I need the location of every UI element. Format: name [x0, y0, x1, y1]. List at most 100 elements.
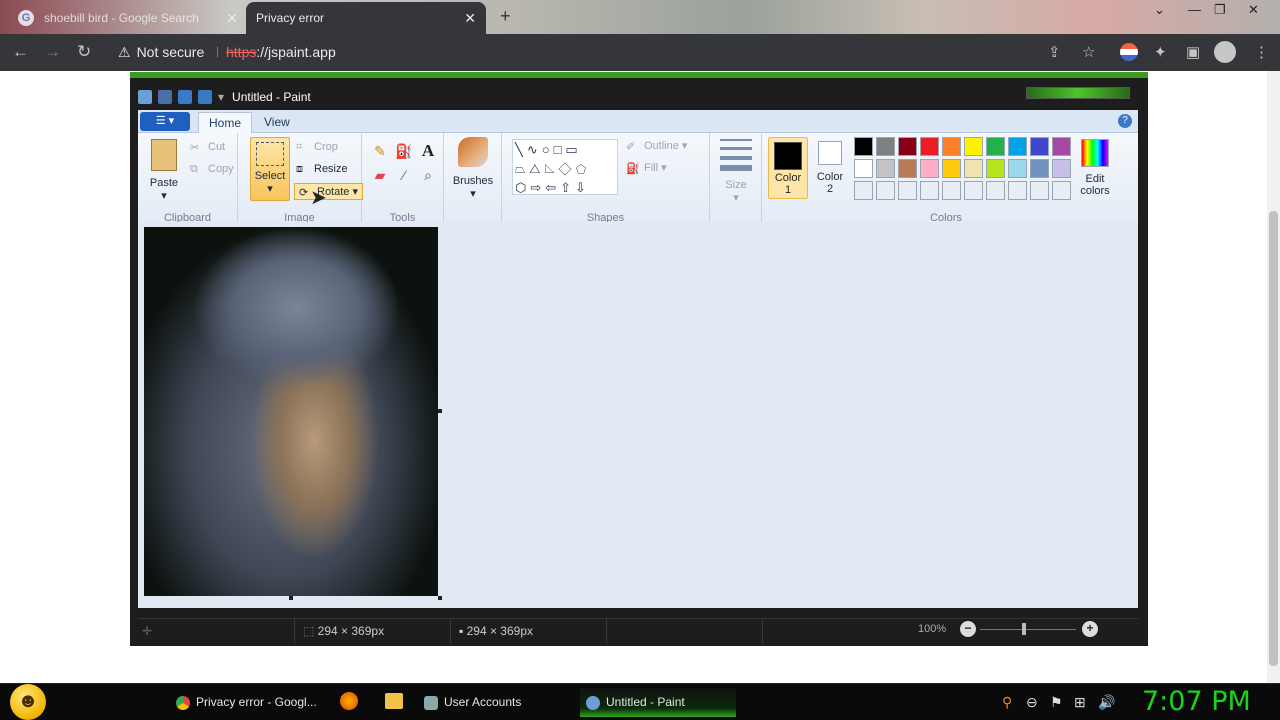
- puzzle-icon[interactable]: ✦: [1154, 43, 1167, 61]
- color-swatch[interactable]: [942, 137, 961, 156]
- color-swatch[interactable]: [920, 159, 939, 178]
- close-icon[interactable]: ✕: [226, 10, 238, 27]
- rotate-button[interactable]: ⟳ Rotate ▾: [294, 183, 363, 200]
- minimize-icon[interactable]: —: [1188, 2, 1201, 17]
- chevron-down-icon[interactable]: ▾: [218, 90, 224, 104]
- color-swatch[interactable]: [1052, 159, 1071, 178]
- zoom-out-icon[interactable]: −: [960, 621, 976, 637]
- taskbar-item-chrome[interactable]: Privacy error - Googl...: [170, 688, 320, 717]
- select-button[interactable]: Select ▾: [250, 137, 290, 201]
- save-icon[interactable]: [158, 90, 172, 104]
- titlebar-controls[interactable]: [1026, 87, 1130, 99]
- color-swatch[interactable]: [898, 181, 917, 200]
- folder-icon[interactable]: [385, 693, 403, 709]
- cut-button[interactable]: ✂ Cut: [190, 141, 225, 154]
- color-swatch[interactable]: [920, 181, 939, 200]
- color-swatch[interactable]: [1008, 137, 1027, 156]
- zoom-slider-thumb[interactable]: [1022, 623, 1026, 635]
- new-tab-icon[interactable]: +: [500, 6, 511, 27]
- size-button[interactable]: Size ▾: [716, 139, 756, 204]
- color-swatch[interactable]: [986, 159, 1005, 178]
- color-swatch[interactable]: [942, 159, 961, 178]
- network-icon[interactable]: ⊞: [1074, 694, 1086, 711]
- sidepanel-icon[interactable]: ▣: [1186, 43, 1200, 61]
- pencil-icon[interactable]: ✎: [370, 141, 390, 161]
- zoom-in-icon[interactable]: +: [1082, 621, 1098, 637]
- color-swatch[interactable]: [1008, 181, 1027, 200]
- color-swatch[interactable]: [942, 181, 961, 200]
- paste-button[interactable]: Paste ▾: [144, 139, 184, 202]
- zoom-slider[interactable]: [980, 629, 1076, 630]
- page-scrollbar[interactable]: [1267, 71, 1280, 683]
- undo-icon[interactable]: [178, 90, 192, 104]
- url-field[interactable]: https://jspaint.app: [226, 44, 336, 60]
- color-swatch[interactable]: [1030, 181, 1049, 200]
- star-icon[interactable]: ☆: [1082, 43, 1095, 61]
- canvas-area[interactable]: [138, 222, 1138, 608]
- fill-button[interactable]: ⛽ Fill ▾: [626, 161, 667, 175]
- color-swatch[interactable]: [964, 159, 983, 178]
- tab-view[interactable]: View: [254, 112, 300, 133]
- color-swatch[interactable]: [964, 137, 983, 156]
- outline-button[interactable]: ✐ Outline ▾: [626, 139, 687, 153]
- brushes-button[interactable]: Brushes ▾: [450, 137, 496, 200]
- taskbar-item-user-accounts[interactable]: User Accounts: [418, 688, 574, 717]
- eraser-icon[interactable]: ▰: [370, 165, 390, 185]
- flag-icon[interactable]: ⚑: [1050, 694, 1063, 711]
- color-swatch[interactable]: [1052, 137, 1071, 156]
- color-swatch[interactable]: [876, 181, 895, 200]
- color-swatch[interactable]: [1052, 181, 1071, 200]
- resize-handle-right[interactable]: [438, 409, 442, 413]
- color-picker-icon[interactable]: ⁄: [394, 165, 414, 185]
- edit-colors-button[interactable]: Edit colors: [1070, 139, 1120, 197]
- search-icon[interactable]: ⚲: [1002, 694, 1012, 711]
- help-icon[interactable]: ?: [1118, 114, 1132, 128]
- fill-bucket-icon[interactable]: ⛽: [394, 141, 414, 161]
- color1-selector[interactable]: Color 1: [768, 137, 808, 199]
- color-swatch[interactable]: [854, 137, 873, 156]
- color-swatch[interactable]: [876, 137, 895, 156]
- extension-icon[interactable]: [1120, 43, 1138, 61]
- color-swatch[interactable]: [854, 159, 873, 178]
- restore-icon[interactable]: ❐: [1214, 2, 1226, 18]
- shoebill-image[interactable]: [144, 227, 438, 596]
- color-swatch[interactable]: [920, 137, 939, 156]
- menu-icon[interactable]: ⋮: [1254, 43, 1269, 61]
- resize-button[interactable]: ⧈ Resize: [296, 163, 348, 175]
- chevron-down-icon[interactable]: ⌄: [1154, 2, 1165, 18]
- color-swatch[interactable]: [898, 137, 917, 156]
- crop-button[interactable]: ⌗ Crop: [296, 141, 338, 153]
- resize-handle-bottom[interactable]: [289, 596, 293, 600]
- shapes-gallery[interactable]: ╲∿○□▭ ⏢△◺◇⬠ ⬡⇨⇦⇧⇩: [512, 139, 618, 195]
- tab-home[interactable]: Home: [198, 112, 253, 133]
- color-swatch[interactable]: [1008, 159, 1027, 178]
- reload-icon[interactable]: ↻: [77, 42, 91, 62]
- security-chip[interactable]: ⚠ Not secure: [118, 44, 204, 61]
- color-swatch[interactable]: [898, 159, 917, 178]
- tab-google-search[interactable]: G shoebill bird - Google Search ✕: [8, 2, 248, 34]
- color-swatch[interactable]: [1030, 137, 1049, 156]
- clock[interactable]: 7:07 PM: [1142, 686, 1251, 717]
- color-swatch[interactable]: [964, 181, 983, 200]
- resize-handle-corner[interactable]: [438, 596, 442, 600]
- color2-selector[interactable]: Color 2: [812, 139, 848, 195]
- color-swatch[interactable]: [876, 159, 895, 178]
- minus-circle-icon[interactable]: ⊖: [1026, 694, 1038, 711]
- magnifier-icon[interactable]: ⌕: [418, 165, 438, 185]
- profile-icon[interactable]: [1214, 41, 1236, 63]
- share-icon[interactable]: ⇪: [1048, 43, 1061, 61]
- copy-button[interactable]: ⧉ Copy: [190, 163, 234, 175]
- start-button[interactable]: ☻: [10, 684, 46, 720]
- volume-icon[interactable]: 🔊: [1098, 694, 1115, 711]
- tab-privacy-error[interactable]: Privacy error ✕: [246, 2, 486, 34]
- forward-icon[interactable]: →: [44, 42, 61, 62]
- back-icon[interactable]: ←: [12, 42, 29, 62]
- close-icon[interactable]: ✕: [464, 10, 476, 27]
- redo-icon[interactable]: [198, 90, 212, 104]
- text-tool-icon[interactable]: A: [418, 141, 438, 161]
- color-swatch[interactable]: [854, 181, 873, 200]
- color-swatch[interactable]: [986, 181, 1005, 200]
- color-swatch[interactable]: [986, 137, 1005, 156]
- file-menu-button[interactable]: ☰ ▾: [140, 112, 190, 131]
- firefox-icon[interactable]: [340, 692, 358, 710]
